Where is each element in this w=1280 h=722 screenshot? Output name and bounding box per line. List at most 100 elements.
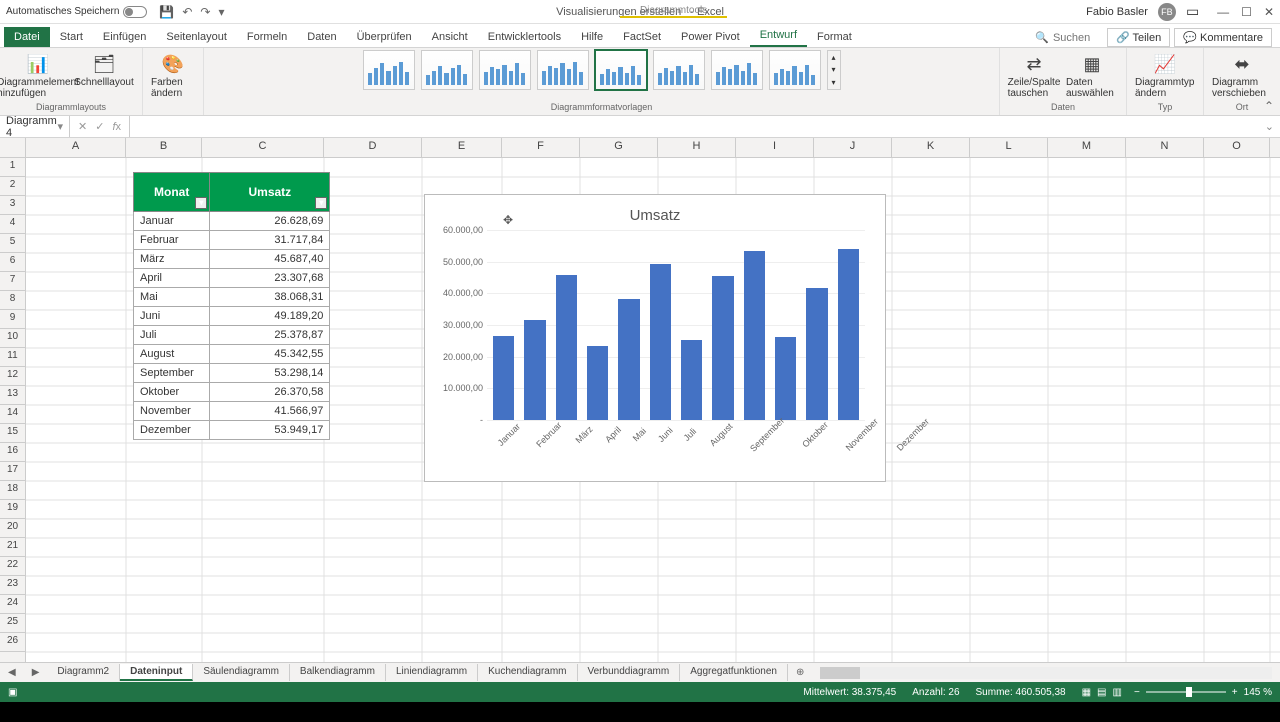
table-cell[interactable]: 38.068,31: [210, 288, 330, 307]
maximize-icon[interactable]: ☐: [1241, 5, 1252, 19]
table-cell[interactable]: 25.378,87: [210, 326, 330, 345]
chart-bar-september[interactable]: [744, 251, 765, 420]
zoom-out-icon[interactable]: −: [1134, 687, 1140, 698]
table-cell[interactable]: April: [134, 269, 210, 288]
search-input[interactable]: [1053, 28, 1103, 47]
column-header-I[interactable]: I: [736, 138, 814, 157]
table-cell[interactable]: Februar: [134, 231, 210, 250]
ribbon-display-icon[interactable]: ▭: [1186, 3, 1199, 20]
minimize-icon[interactable]: —: [1217, 5, 1229, 19]
chart-bar-juli[interactable]: [681, 340, 702, 420]
table-cell[interactable]: August: [134, 345, 210, 364]
row-header-16[interactable]: 16: [0, 443, 25, 462]
table-row[interactable]: April23.307,68: [134, 269, 330, 288]
chart-bar-januar[interactable]: [493, 336, 514, 420]
add-chart-element-button[interactable]: 📊 Diagrammelement hinzufügen: [8, 50, 68, 99]
table-cell[interactable]: 49.189,20: [210, 307, 330, 326]
tab-formeln[interactable]: Formeln: [237, 27, 297, 47]
qat-customize-icon[interactable]: ▾: [218, 5, 224, 19]
chart-bar-dezember[interactable]: [838, 249, 859, 420]
zoom-level[interactable]: 145 %: [1244, 687, 1272, 698]
save-icon[interactable]: 💾: [159, 5, 174, 19]
select-data-button[interactable]: ▦ Daten auswählen: [1066, 50, 1118, 99]
chart-bar-juni[interactable]: [650, 264, 671, 420]
table-cell[interactable]: 23.307,68: [210, 269, 330, 288]
sheet-tab-verbunddiagramm[interactable]: Verbunddiagramm: [578, 664, 681, 681]
chart-bar-november[interactable]: [806, 288, 827, 420]
table-row[interactable]: März45.687,40: [134, 250, 330, 269]
search-icon[interactable]: 🔍: [1035, 31, 1049, 44]
formula-input[interactable]: [130, 116, 1259, 137]
column-header-K[interactable]: K: [892, 138, 970, 157]
row-header-17[interactable]: 17: [0, 462, 25, 481]
filter-dropdown-icon[interactable]: ▾: [315, 197, 327, 209]
row-header-8[interactable]: 8: [0, 291, 25, 310]
chart-bar-oktober[interactable]: [775, 337, 796, 421]
table-cell[interactable]: 26.628,69: [210, 212, 330, 231]
chart-style-8[interactable]: [769, 50, 821, 90]
row-header-4[interactable]: 4: [0, 215, 25, 234]
column-header-O[interactable]: O: [1204, 138, 1270, 157]
sheet-nav-prev-icon[interactable]: ◀: [0, 667, 24, 678]
tab-start[interactable]: Start: [50, 27, 93, 47]
filter-dropdown-icon[interactable]: ▾: [195, 197, 207, 209]
normal-view-icon[interactable]: ▦: [1082, 687, 1091, 698]
chart-bar-märz[interactable]: [556, 275, 577, 420]
page-layout-view-icon[interactable]: ▤: [1097, 687, 1106, 698]
close-icon[interactable]: ✕: [1264, 5, 1274, 19]
row-header-25[interactable]: 25: [0, 614, 25, 633]
row-header-21[interactable]: 21: [0, 538, 25, 557]
chart-bar-april[interactable]: [587, 346, 608, 420]
chart-plot-area[interactable]: -10.000,0020.000,0030.000,0040.000,0050.…: [487, 230, 865, 420]
table-row[interactable]: November41.566,97: [134, 402, 330, 421]
table-row[interactable]: August45.342,55: [134, 345, 330, 364]
sheet-tab-aggregatfunktionen[interactable]: Aggregatfunktionen: [680, 664, 788, 681]
chart-bar-februar[interactable]: [524, 320, 545, 420]
table-cell[interactable]: November: [134, 402, 210, 421]
horizontal-scrollbar[interactable]: [820, 667, 1272, 679]
chart-object[interactable]: ✥ Umsatz -10.000,0020.000,0030.000,0040.…: [424, 194, 886, 482]
row-header-1[interactable]: 1: [0, 158, 25, 177]
sheet-tab-säulendiagramm[interactable]: Säulendiagramm: [193, 664, 290, 681]
table-cell[interactable]: 31.717,84: [210, 231, 330, 250]
column-header-L[interactable]: L: [970, 138, 1048, 157]
expand-formula-bar-icon[interactable]: ⌄: [1259, 120, 1280, 133]
tab-ansicht[interactable]: Ansicht: [422, 27, 478, 47]
table-cell[interactable]: Januar: [134, 212, 210, 231]
column-header-G[interactable]: G: [580, 138, 658, 157]
table-cell[interactable]: Mai: [134, 288, 210, 307]
chart-style-1[interactable]: [363, 50, 415, 90]
row-header-26[interactable]: 26: [0, 633, 25, 652]
table-cell[interactable]: 45.687,40: [210, 250, 330, 269]
row-header-5[interactable]: 5: [0, 234, 25, 253]
row-header-13[interactable]: 13: [0, 386, 25, 405]
table-cell[interactable]: 26.370,58: [210, 383, 330, 402]
redo-icon[interactable]: ↷: [200, 5, 210, 19]
chart-bar-august[interactable]: [712, 276, 733, 420]
collapse-ribbon-icon[interactable]: ⌃: [1264, 99, 1274, 113]
table-cell[interactable]: 53.949,17: [210, 421, 330, 440]
chart-styles-more-button[interactable]: ▴▾▾: [827, 50, 841, 90]
tab-hilfe[interactable]: Hilfe: [571, 27, 613, 47]
data-table[interactable]: Monat▾Umsatz▾ Januar26.628,69Februar31.7…: [131, 170, 332, 442]
fx-icon[interactable]: fx: [112, 121, 121, 133]
chart-bar-mai[interactable]: [618, 299, 639, 420]
table-cell[interactable]: Oktober: [134, 383, 210, 402]
table-row[interactable]: Juni49.189,20: [134, 307, 330, 326]
name-box[interactable]: Diagramm 4 ▾: [0, 116, 70, 137]
table-cell[interactable]: Juni: [134, 307, 210, 326]
chart-style-3[interactable]: [479, 50, 531, 90]
table-cell[interactable]: Dezember: [134, 421, 210, 440]
table-row[interactable]: Februar31.717,84: [134, 231, 330, 250]
sheet-nav-next-icon[interactable]: ▶: [24, 667, 48, 678]
row-header-23[interactable]: 23: [0, 576, 25, 595]
column-header-C[interactable]: C: [202, 138, 324, 157]
avatar[interactable]: FB: [1158, 3, 1176, 21]
user-name[interactable]: Fabio Basler: [1086, 6, 1148, 18]
quick-layout-button[interactable]: 🗂 Schnelllayout: [74, 50, 134, 88]
row-header-14[interactable]: 14: [0, 405, 25, 424]
sheet-tab-balkendiagramm[interactable]: Balkendiagramm: [290, 664, 386, 681]
row-header-20[interactable]: 20: [0, 519, 25, 538]
sheet-tab-diagramm2[interactable]: Diagramm2: [47, 664, 120, 681]
zoom-slider[interactable]: [1146, 691, 1226, 693]
